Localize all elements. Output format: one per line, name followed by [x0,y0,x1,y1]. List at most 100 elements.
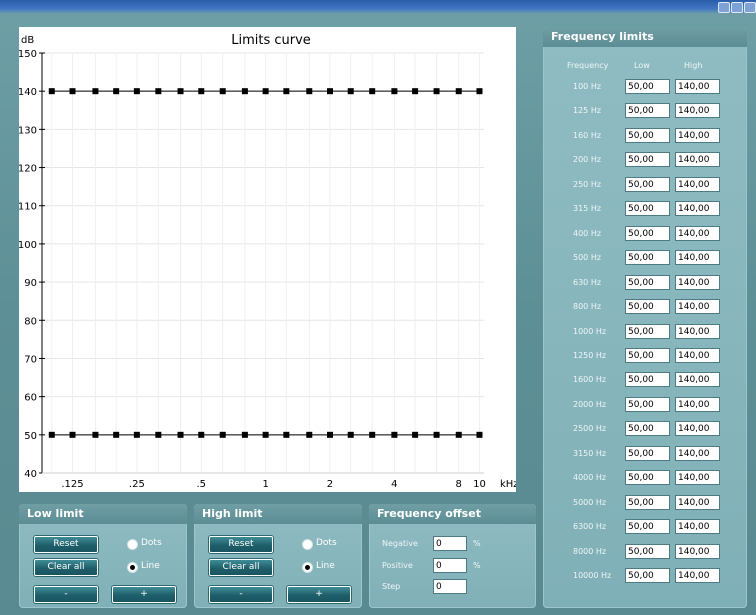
frequency-row-label: 2500 Hz [573,424,607,434]
y-tick-label: 50 [24,431,37,442]
high-limit-title: High limit [194,504,362,524]
series-point [347,431,354,438]
high-limit-input[interactable]: 140,00 [675,470,720,486]
low-limit-input[interactable]: 50,00 [625,543,670,559]
high-line-radio[interactable] [302,562,313,573]
low-limit-input[interactable]: 50,00 [625,103,670,119]
frequency-row-label: 630 Hz [573,277,602,287]
low-limit-input[interactable]: 50,00 [625,299,670,315]
x-tick-label: 10 [473,479,486,490]
series-point [369,431,376,438]
low-limit-input[interactable]: 50,00 [625,421,670,437]
frequency-row-label: 1000 Hz [573,326,607,336]
high-limit-input[interactable]: 140,00 [675,323,720,339]
title-bar [0,0,756,14]
series-point [69,88,76,95]
low-dots-label: Dots [141,538,162,548]
frequency-row-label: 2000 Hz [573,399,607,409]
low-limit-input[interactable]: 50,00 [625,396,670,412]
high-plus-button[interactable]: + [287,586,351,603]
high-limit-input[interactable]: 140,00 [675,152,720,168]
col-low-header: Low [634,61,650,70]
high-limit-input[interactable]: 140,00 [675,421,720,437]
series-point [283,88,290,95]
low-limit-input[interactable]: 50,00 [625,176,670,192]
low-limit-input[interactable]: 50,00 [625,568,670,583]
limits-chart[interactable]: 40 50 60 70 80 90 100 110 120 130 140 150.125.25.5 1… [19,27,516,492]
series-point [391,88,398,95]
high-minus-button[interactable]: - [209,586,273,603]
series-point [177,431,184,438]
low-plus-button[interactable]: + [112,586,176,603]
low-limit-input[interactable]: 50,00 [625,445,670,461]
high-reset-button[interactable]: Reset [209,536,273,553]
x-tick-label: 4 [391,479,397,490]
frequency-limits-panel: Frequency limits Frequency Low High 100 … [543,27,747,608]
minimize-icon[interactable] [718,2,730,13]
high-limit-input[interactable]: 140,00 [675,201,720,217]
series-point [113,88,120,95]
low-limit-title: Low limit [19,504,187,524]
low-limit-input[interactable]: 50,00 [625,274,670,290]
low-limit-input[interactable]: 50,00 [625,250,670,266]
high-limit-input[interactable]: 140,00 [675,396,720,412]
high-limit-input[interactable]: 140,00 [675,225,720,241]
close-icon[interactable] [744,2,756,13]
high-limit-input[interactable]: 140,00 [675,127,720,143]
series-point [412,88,419,95]
low-dots-radio[interactable] [127,539,138,550]
low-limit-input[interactable]: 50,00 [625,372,670,388]
positive-input[interactable]: 0 [433,558,467,573]
high-limit-input[interactable]: 140,00 [675,176,720,192]
low-limit-input[interactable]: 50,00 [625,494,670,510]
high-dots-radio[interactable] [302,539,313,550]
x-tick-label: .25 [129,479,145,490]
low-reset-button[interactable]: Reset [34,536,98,553]
y-tick-label: 110 [19,202,37,213]
high-limit-input[interactable]: 140,00 [675,543,720,559]
low-limit-input[interactable]: 50,00 [625,470,670,486]
low-limit-input[interactable]: 50,00 [625,127,670,143]
series-point [92,88,99,95]
series-point [476,88,483,95]
low-limit-input[interactable]: 50,00 [625,323,670,339]
high-limit-input[interactable]: 140,00 [675,79,720,94]
x-tick-label: 2 [327,479,333,490]
high-clear-all-button[interactable]: Clear all [209,559,273,576]
low-clear-all-button[interactable]: Clear all [34,559,98,576]
series-point [155,431,162,438]
high-limit-input[interactable]: 140,00 [675,445,720,461]
series-point [155,88,162,95]
high-limit-input[interactable]: 140,00 [675,519,720,535]
frequency-limits-title: Frequency limits [543,27,747,47]
low-limit-input[interactable]: 50,00 [625,225,670,241]
negative-input[interactable]: 0 [433,536,467,551]
low-limit-input[interactable]: 50,00 [625,152,670,168]
low-limit-panel: Low limit Reset Clear all - + Dots Line [19,504,187,608]
step-input[interactable]: 0 [433,579,467,594]
series-point [133,431,140,438]
series-point [177,88,184,95]
low-limit-input[interactable]: 50,00 [625,347,670,363]
high-limit-input[interactable]: 140,00 [675,494,720,510]
negative-label: Negative [382,539,418,548]
high-limit-input[interactable]: 140,00 [675,568,720,583]
high-limit-input[interactable]: 140,00 [675,274,720,290]
low-line-radio[interactable] [127,562,138,573]
series-point [369,88,376,95]
series-point [433,431,440,438]
high-limit-input[interactable]: 140,00 [675,372,720,388]
limits-chart-svg[interactable]: 405060708090100110120130140150.125.25.5 1… [19,27,516,492]
y-tick-label: 140 [19,87,37,98]
low-limit-input[interactable]: 50,00 [625,79,670,94]
frequency-row-label: 800 Hz [573,302,602,312]
high-limit-input[interactable]: 140,00 [675,347,720,363]
negative-unit: % [473,539,481,548]
low-minus-button[interactable]: - [34,586,98,603]
high-limit-input[interactable]: 140,00 [675,103,720,119]
high-limit-input[interactable]: 140,00 [675,299,720,315]
low-limit-input[interactable]: 50,00 [625,201,670,217]
maximize-icon[interactable] [731,2,743,13]
high-limit-input[interactable]: 140,00 [675,250,720,266]
low-limit-input[interactable]: 50,00 [625,519,670,535]
